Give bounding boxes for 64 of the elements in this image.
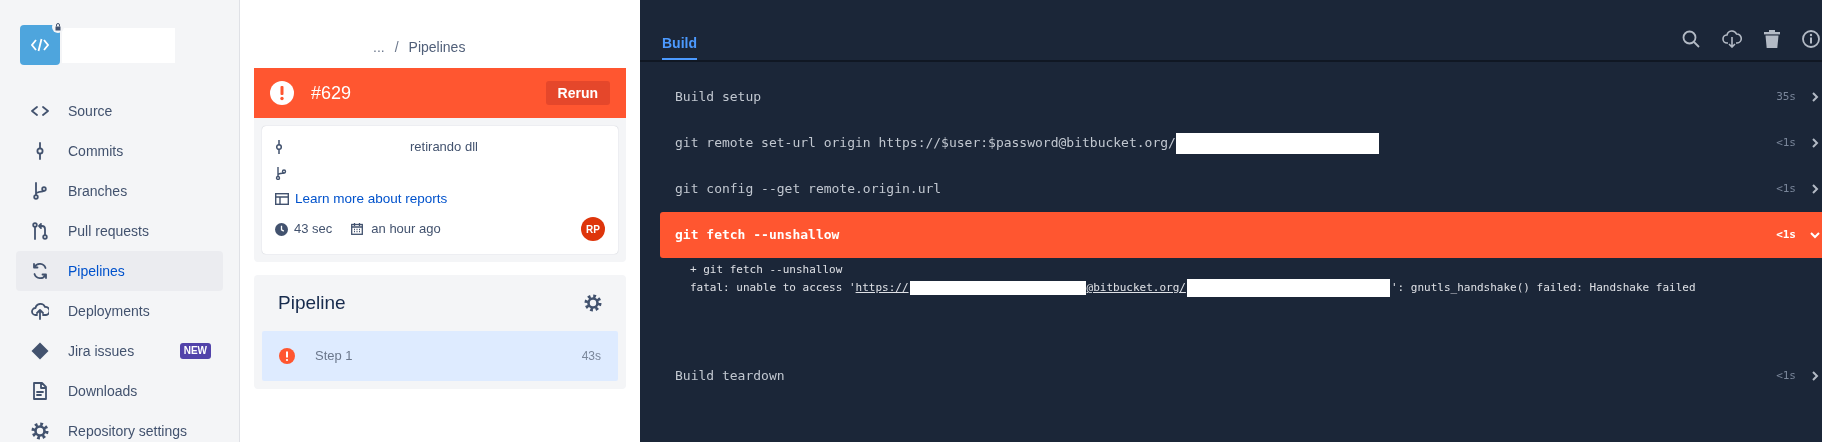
chevron-right-icon <box>1810 138 1820 148</box>
sidebar-item[interactable]: Pull requests <box>16 211 223 251</box>
refresh-icon <box>31 262 49 280</box>
lock-icon <box>52 21 64 33</box>
log-link[interactable]: https:// <box>855 279 909 297</box>
chevron-right-icon <box>1810 371 1820 381</box>
commit-icon <box>275 140 283 154</box>
sidebar-item[interactable]: Commits <box>16 131 223 171</box>
settings-icon <box>31 422 49 440</box>
breadcrumb-current[interactable]: Pipelines <box>408 36 466 58</box>
commit-message[interactable]: retirando dll <box>410 137 478 157</box>
report-icon <box>275 193 289 205</box>
step-duration: <1s <box>1776 226 1796 243</box>
document-icon <box>31 382 49 400</box>
build-duration: 43 sec <box>294 220 333 239</box>
step-duration: 35s <box>1776 88 1796 105</box>
search-icon[interactable] <box>1682 30 1700 48</box>
sidebar-item[interactable]: Deployments <box>16 291 223 331</box>
step-duration: <1s <box>1776 134 1796 151</box>
error-icon <box>270 81 294 105</box>
build-time: an hour ago <box>371 220 441 239</box>
sidebar-item[interactable]: Branches <box>16 171 223 211</box>
branch-icon <box>275 166 287 180</box>
diamond-icon <box>31 342 49 360</box>
log-step-row[interactable]: Build teardown <1s <box>660 353 1822 399</box>
trash-icon[interactable] <box>1764 30 1780 48</box>
author-avatar[interactable]: RP <box>581 217 605 241</box>
sidebar-item[interactable]: Downloads <box>16 371 223 411</box>
log-tab[interactable]: Build <box>662 28 697 60</box>
rerun-button[interactable]: Rerun <box>545 81 610 105</box>
breadcrumb-ellipsis[interactable]: ... <box>373 36 385 58</box>
settings-icon[interactable] <box>584 294 602 312</box>
info-icon[interactable] <box>1802 30 1820 48</box>
sidebar-item[interactable]: Pipelines <box>16 251 223 291</box>
sidebar-item[interactable]: Source <box>16 91 223 131</box>
log-text: + git fetch --unshallow <box>690 262 843 278</box>
clock-icon <box>275 222 288 236</box>
step-duration: <1s <box>1776 180 1796 197</box>
branch-icon <box>31 182 49 200</box>
cloud-download-icon[interactable] <box>1722 30 1742 48</box>
sidebar-item[interactable]: Repository settings <box>16 411 223 442</box>
pipeline-number: #629 <box>311 81 352 105</box>
cloud-upload-icon <box>31 302 49 320</box>
pull-request-icon <box>31 222 49 240</box>
log-text: ': gnutls_handshake() failed: Handshake failed <box>1390 280 1696 296</box>
chevron-right-icon <box>1810 184 1820 194</box>
pipeline-step[interactable]: Step 1 43s <box>262 331 618 381</box>
code-icon <box>31 38 49 52</box>
chevron-down-icon <box>1810 230 1820 240</box>
chevron-right-icon <box>1810 92 1820 102</box>
calendar-icon <box>351 223 364 235</box>
log-text: fatal: unable to access ' <box>690 280 856 296</box>
breadcrumb-separator: / <box>394 37 399 57</box>
step-duration: <1s <box>1776 367 1796 384</box>
log-step-row[interactable]: git config --get remote.origin.url <1s <box>660 166 1822 212</box>
log-link[interactable]: @bitbucket.org/ <box>1086 279 1186 297</box>
reports-link[interactable]: Learn more about reports <box>295 188 448 210</box>
panel-title: Pipeline <box>278 290 346 315</box>
sidebar-item[interactable]: Jira issues NEW <box>16 331 223 371</box>
error-icon <box>279 348 295 364</box>
log-step-row[interactable]: Build setup 35s <box>660 74 1822 120</box>
log-step-row[interactable]: git remote set-url origin https://$user:$password@bitbucket.org/ <1s <box>660 120 1822 166</box>
new-badge: NEW <box>179 343 211 359</box>
step-duration: 43s <box>581 348 601 365</box>
